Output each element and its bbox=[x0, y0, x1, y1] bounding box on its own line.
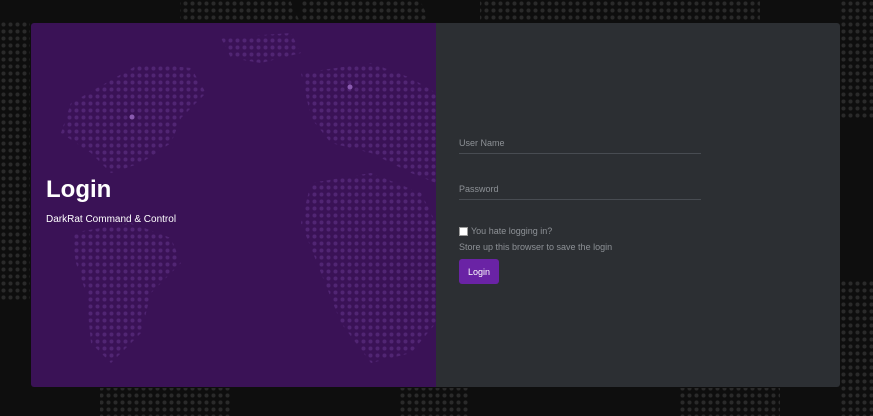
form-panel: You hate logging in? Store up this brows… bbox=[436, 23, 840, 387]
password-input[interactable] bbox=[459, 180, 701, 198]
remember-label: You hate logging in? bbox=[471, 226, 553, 236]
app-subtitle: DarkRat Command & Control bbox=[46, 214, 177, 225]
remember-row: You hate logging in? bbox=[459, 225, 701, 237]
brand-heading-block: Login DarkRat Command & Control bbox=[46, 175, 176, 227]
remember-checkbox[interactable] bbox=[459, 226, 468, 236]
brand-panel: Login DarkRat Command & Control bbox=[31, 23, 436, 387]
login-form: You hate logging in? Store up this brows… bbox=[459, 133, 701, 284]
username-field-wrapper bbox=[459, 133, 701, 154]
username-input[interactable] bbox=[459, 134, 701, 152]
password-field-wrapper bbox=[459, 179, 701, 200]
login-button[interactable]: Login bbox=[459, 259, 499, 284]
login-card: Login DarkRat Command & Control You hate… bbox=[31, 23, 840, 387]
page-title: Login bbox=[46, 176, 112, 203]
remember-hint: Store up this browser to save the login bbox=[459, 242, 613, 252]
